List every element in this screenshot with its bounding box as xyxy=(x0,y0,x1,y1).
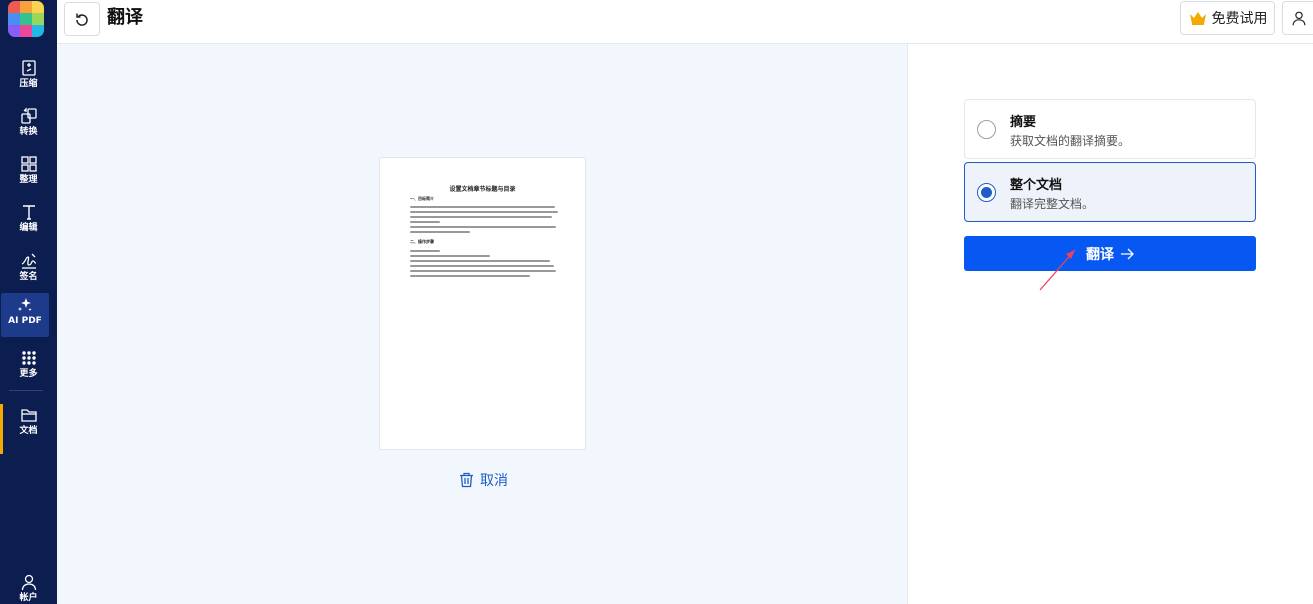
option-description: 翻译完整文档。 xyxy=(1010,197,1095,211)
option-title: 整个文档 xyxy=(1010,178,1063,193)
sidebar-item-organize[interactable]: 整理 xyxy=(0,152,57,196)
folder-icon xyxy=(20,409,37,422)
sidebar-item-label: 整理 xyxy=(19,175,38,185)
doc-text-line xyxy=(410,275,530,277)
app-logo[interactable] xyxy=(8,1,44,37)
sidebar-item-label: 文档 xyxy=(19,426,38,436)
sidebar-item-label: 帐户 xyxy=(19,593,38,603)
sidebar-item-documents[interactable]: 文档 xyxy=(0,403,57,447)
doc-text-line xyxy=(410,255,490,257)
arrow-right-icon xyxy=(1121,248,1134,259)
sidebar-item-label: 签名 xyxy=(19,272,38,282)
convert-icon xyxy=(20,107,37,124)
organize-icon xyxy=(20,156,37,172)
doc-text-line xyxy=(410,226,556,228)
doc-text-line xyxy=(410,260,550,262)
summary-radio[interactable] xyxy=(977,120,996,139)
sidebar-item-ai-pdf[interactable]: AI PDF xyxy=(1,293,49,337)
whole-document-radio[interactable] xyxy=(977,183,996,202)
option-description: 获取文档的翻译摘要。 xyxy=(1010,134,1131,148)
cancel-label: 取消 xyxy=(480,473,508,489)
sidebar-item-more[interactable]: 更多 xyxy=(0,346,57,390)
doc-text-line xyxy=(410,221,440,223)
sidebar-item-convert[interactable]: 转换 xyxy=(0,104,57,148)
sidebar-item-label: AI PDF xyxy=(8,316,42,326)
trash-icon xyxy=(460,472,473,488)
doc-text-line xyxy=(410,265,554,267)
sidebar-item-edit[interactable]: 编辑 xyxy=(0,200,57,244)
sidebar-item-label: 压缩 xyxy=(19,79,38,89)
account-button[interactable] xyxy=(1282,1,1313,35)
sidebar-item-compress[interactable]: 压缩 xyxy=(0,56,57,100)
sidebar-item-label: 转换 xyxy=(19,127,38,137)
crown-icon xyxy=(1189,12,1206,25)
compress-icon xyxy=(21,60,36,76)
option-summary[interactable]: 摘要 获取文档的翻译摘要。 xyxy=(964,99,1256,159)
doc-text-line xyxy=(410,231,470,233)
signature-icon xyxy=(21,253,36,269)
doc-title: 设置文档章节标题与目录 xyxy=(449,186,516,193)
doc-text-line xyxy=(410,250,440,252)
page-title: 翻译 xyxy=(107,7,143,28)
option-title: 摘要 xyxy=(1010,115,1037,130)
translate-label: 翻译 xyxy=(1086,246,1114,263)
document-thumbnail[interactable]: 设置文档章节标题与目录 一、目标简介 二、操作步骤 xyxy=(379,157,586,450)
sidebar-item-account[interactable]: 帐户 xyxy=(0,570,57,604)
option-whole-document[interactable]: 整个文档 翻译完整文档。 xyxy=(964,162,1256,222)
sidebar-item-signature[interactable]: 签名 xyxy=(0,249,57,293)
edit-text-icon xyxy=(22,205,35,220)
user-icon xyxy=(21,574,36,591)
doc-text-line xyxy=(410,270,556,272)
cancel-button[interactable]: 取消 xyxy=(459,470,508,490)
sparkle-icon xyxy=(18,298,32,311)
user-icon xyxy=(1292,11,1306,26)
undo-icon xyxy=(76,13,88,26)
sidebar-item-label: 更多 xyxy=(19,369,38,379)
undo-button[interactable] xyxy=(64,2,100,36)
doc-text-line xyxy=(410,206,555,208)
free-trial-button[interactable]: 免费试用 xyxy=(1180,1,1275,35)
doc-section-heading: 二、操作步骤 xyxy=(410,239,434,244)
translate-options-panel: 摘要 获取文档的翻译摘要。 整个文档 翻译完整文档。 翻译 xyxy=(909,44,1313,604)
doc-text-line xyxy=(410,216,552,218)
doc-section-heading: 一、目标简介 xyxy=(410,196,434,201)
sidebar: 压缩 转换 整理 编辑 签名 AI PDF 更多 文档 帐户 xyxy=(0,0,57,604)
grid-dots-icon xyxy=(21,351,36,365)
doc-text-line xyxy=(410,211,558,213)
translate-button[interactable]: 翻译 xyxy=(964,236,1256,271)
document-preview-area: 设置文档章节标题与目录 一、目标简介 二、操作步骤 取消 xyxy=(57,44,908,604)
sidebar-divider xyxy=(9,390,43,391)
free-trial-label: 免费试用 xyxy=(1211,11,1268,27)
sidebar-item-label: 编辑 xyxy=(19,223,38,233)
top-bar: 翻译 免费试用 xyxy=(57,0,1313,44)
